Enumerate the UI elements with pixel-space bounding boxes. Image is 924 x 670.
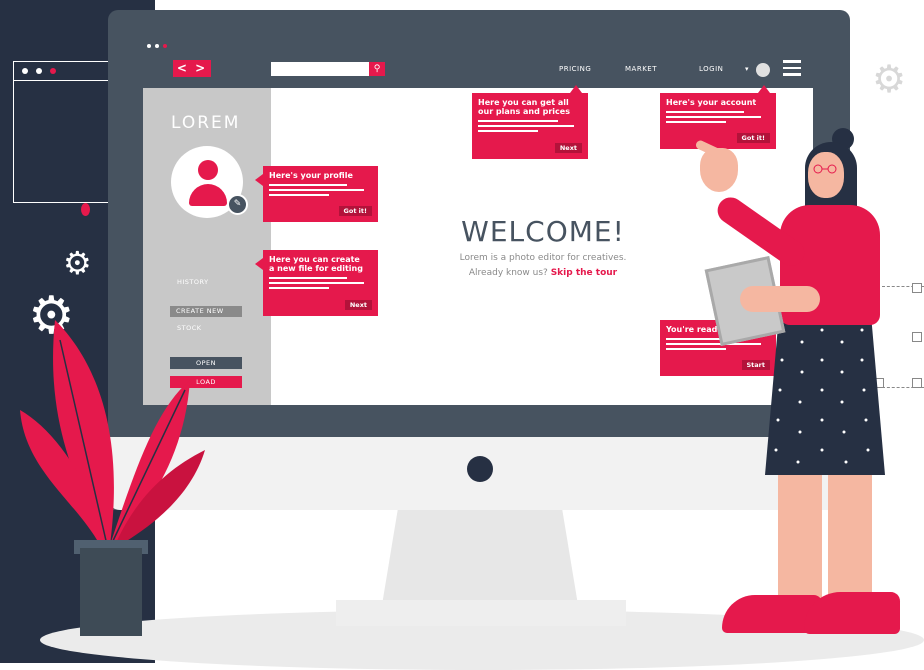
tip-arrow [255,258,263,270]
nav-login[interactable]: LOGIN [699,65,723,73]
text-line [666,348,726,350]
skirt-dots [774,328,870,464]
user-icon [198,160,218,180]
tip-create: Here you can create a new file for editin… [255,250,378,316]
nav-pricing[interactable]: PRICING [559,65,591,73]
window-dot [50,68,56,74]
window-dot [163,44,167,48]
sidebar-item-history[interactable]: HISTORY [177,278,209,286]
text-line [666,111,744,113]
menu-icon[interactable] [783,60,801,76]
text-line [666,116,761,118]
search-icon[interactable]: ⚲ [369,62,385,76]
deco-square [912,332,922,342]
tip-account: Here's your account Got it! [660,85,776,149]
search-input[interactable] [271,62,373,76]
tagline: Lorem is a photo editor for creatives. [459,253,627,263]
woman-face [808,152,844,198]
monitor-stand [382,510,578,605]
next-button[interactable]: Next [554,143,582,153]
nav-market[interactable]: MARKET [625,65,657,73]
tip-title: Here's your profile [269,171,353,180]
woman-leg [828,470,872,598]
chevron-down-icon[interactable]: ▾ [745,65,749,73]
window-dot [155,44,159,48]
avatar[interactable] [756,63,770,77]
monitor-button [467,456,493,482]
welcome-heading: WELCOME! [461,215,625,248]
nav-arrows-button[interactable]: < > [173,60,211,77]
window-dot [147,44,151,48]
red-drop [81,203,90,216]
text-line [269,287,329,289]
start-button[interactable]: Start [741,360,770,370]
tip-profile: Here's your profile Got it! [255,166,378,222]
text-line [478,120,558,122]
top-navbar: < > ⚲ PRICING MARKET LOGIN ▾ [143,40,813,88]
mini-browser-window [13,61,115,203]
already-know-text: Already know us? Skip the tour [423,268,663,278]
tip-arrow [570,85,582,93]
text-line [666,121,726,123]
gear-icon: ⚙ [63,244,92,282]
got-it-button[interactable]: Got it! [338,206,372,216]
text-line [478,130,538,132]
text-line [478,125,574,127]
tip-title: Here's your account [666,98,757,107]
mini-window-bar [14,62,114,81]
window-dot [22,68,28,74]
next-button[interactable]: Next [344,300,372,310]
plant-illustration [20,320,205,546]
tip-title: Here you can create a new file for editin… [269,255,363,273]
deco-square [912,283,922,293]
window-dot [36,68,42,74]
text-line [269,184,347,186]
woman-leg [778,470,822,600]
woman-arm [740,286,820,312]
tip-arrow [255,174,263,186]
got-it-button[interactable]: Got it! [736,133,770,143]
text-line [269,189,364,191]
text-line [269,277,347,279]
text-line [666,343,761,345]
gear-icon: ⚙ [872,57,907,101]
text-line [269,282,364,284]
pencil-icon[interactable]: ✎ [227,194,248,215]
deco-square [912,378,922,388]
text-line [269,194,329,196]
glasses-icon [813,164,837,174]
tip-title: Here you can get all our plans and prices [478,98,570,116]
tip-arrow [758,85,770,93]
monitor-stand-base [336,600,626,626]
screen: < > ⚲ PRICING MARKET LOGIN ▾ LOREM ✎ HIS… [143,40,813,405]
sidebar-title: LOREM [171,113,241,133]
plant-pot [80,548,142,636]
woman-shoe [804,592,900,634]
already-label: Already know us? [468,268,548,278]
skip-tour-link[interactable]: Skip the tour [551,268,617,278]
tip-plans: Here you can get all our plans and prices… [472,85,588,159]
